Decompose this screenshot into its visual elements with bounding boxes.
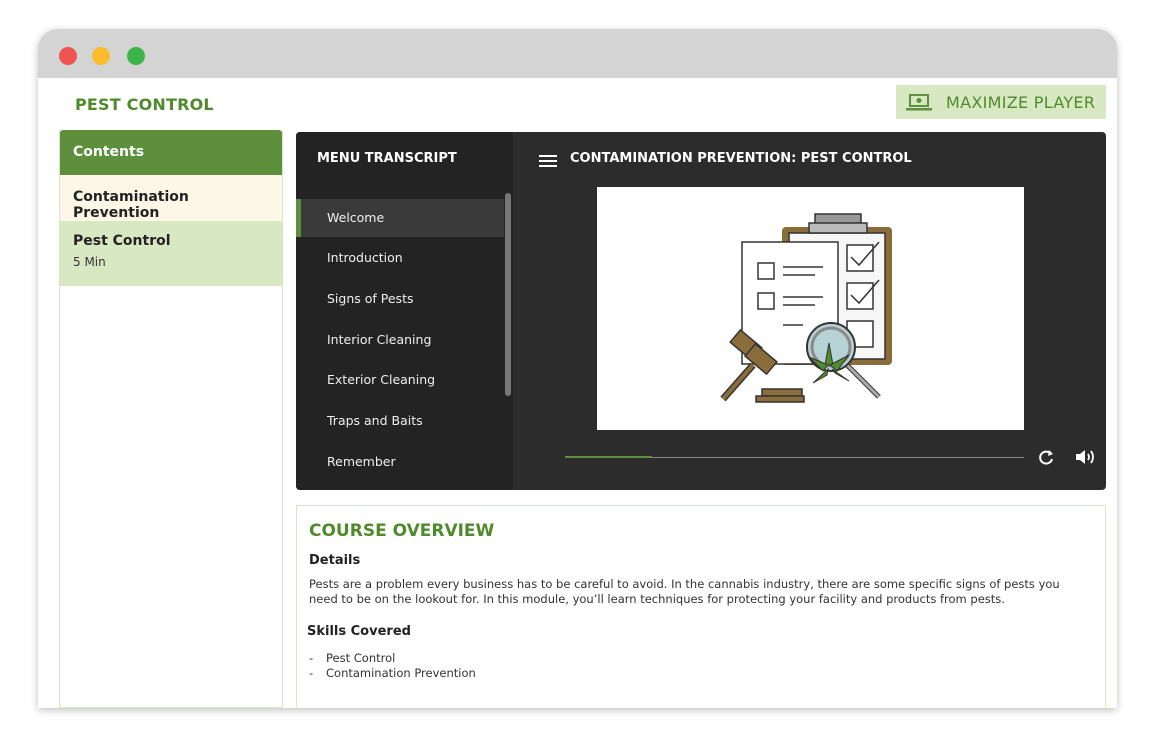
course-description: Pests are a problem every business has t… [309,577,1060,606]
progress-fill [565,456,652,458]
menu-item-remember[interactable]: Remember [296,443,504,481]
maximize-player-button[interactable]: MAXIMIZE PLAYER [896,85,1106,119]
menu-item-traps-and-baits[interactable]: Traps and Baits [296,402,504,440]
clipboard-magnifier-illustration [720,213,892,403]
skill-item: Contamination Prevention [309,666,476,681]
course-overview-title: COURSE OVERVIEW [309,521,495,541]
replay-icon[interactable] [1037,448,1057,466]
browser-window: PEST CONTROL MAXIMIZE PLAYER Contents Co… [38,29,1117,708]
skill-item: Pest Control [309,651,476,666]
details-heading: Details [309,553,361,568]
contents-sidebar: Contents Contamination Prevention Pest C… [59,130,283,708]
sidebar-item-title: Pest Control [73,233,171,249]
transcript-menu: MENU TRANSCRIPT Welcome Introduction Sig… [296,132,513,490]
contents-heading: Contents [60,130,282,175]
slide-illustration [597,187,1024,430]
sidebar-item-duration: 5 Min [73,255,106,269]
skills-covered-heading: Skills Covered [307,624,411,639]
page-title: PEST CONTROL [75,95,214,114]
hamburger-menu-icon[interactable] [539,155,557,167]
menu-scrollbar[interactable] [505,193,511,396]
course-overview-panel: COURSE OVERVIEW Details Pests are a prob… [296,505,1106,708]
menu-item-signs-of-pests[interactable]: Signs of Pests [296,280,504,318]
sidebar-item-pest-control[interactable]: Pest Control 5 Min [60,221,282,286]
module-section-title: Contamination Prevention [60,175,282,221]
zoom-window-button[interactable] [127,47,145,65]
menu-item-introduction[interactable]: Introduction [296,239,504,277]
window-titlebar [38,29,1117,78]
course-player: MENU TRANSCRIPT Welcome Introduction Sig… [296,132,1106,490]
minimize-window-button[interactable] [92,47,110,65]
skills-list: Pest Control Contamination Prevention [309,651,476,681]
menu-item-exterior-cleaning[interactable]: Exterior Cleaning [296,361,504,399]
volume-icon[interactable] [1074,448,1096,466]
menu-item-welcome[interactable]: Welcome [296,199,504,237]
close-window-button[interactable] [59,47,77,65]
menu-item-interior-cleaning[interactable]: Interior Cleaning [296,321,504,359]
maximize-player-label: MAXIMIZE PLAYER [946,92,1096,112]
menu-transcript-title: MENU TRANSCRIPT [317,151,457,166]
lesson-title: CONTAMINATION PREVENTION: PEST CONTROL [570,151,912,166]
laptop-icon [906,94,932,111]
